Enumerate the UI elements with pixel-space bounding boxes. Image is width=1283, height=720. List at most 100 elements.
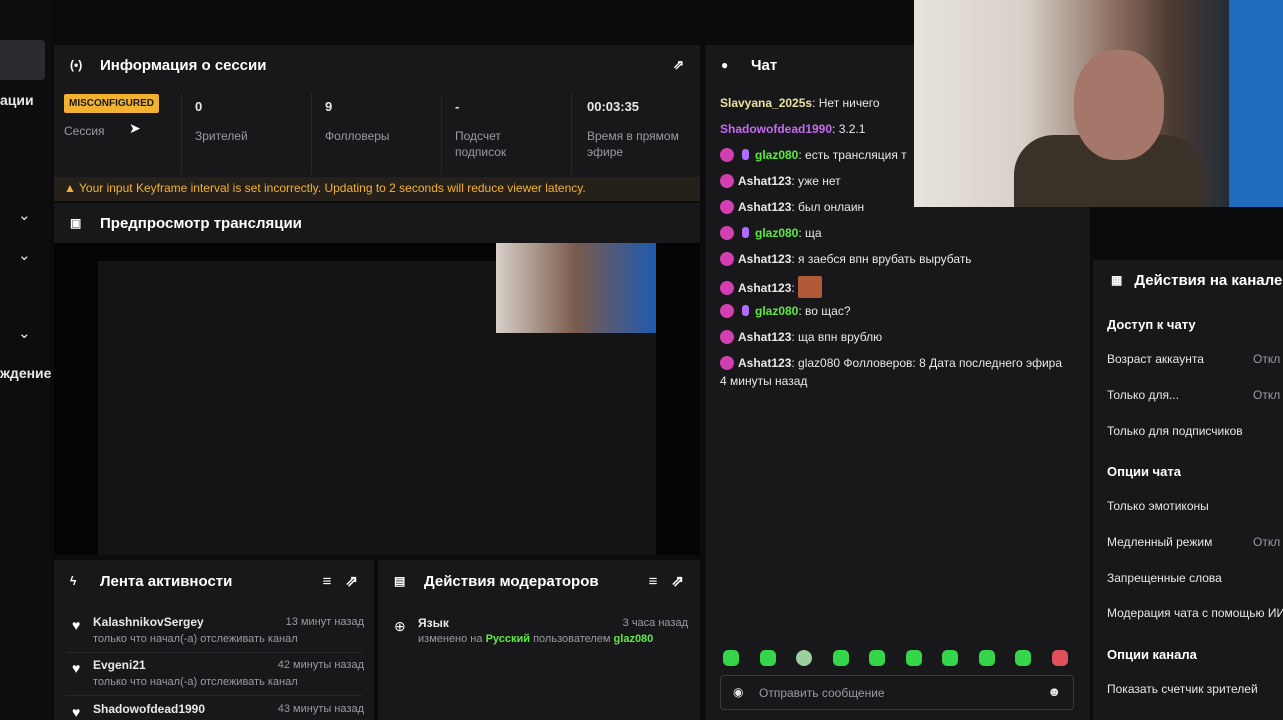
- stat-label: Сессия: [64, 124, 105, 138]
- chat-text: : glaz080 Фолловеров: 8 Дата последнего …: [791, 356, 1063, 370]
- setting-value[interactable]: Откл: [1253, 535, 1280, 549]
- language-value: Русский: [485, 633, 531, 645]
- chat-user[interactable]: glaz080: [755, 226, 798, 240]
- feed-desc: только что начал(-а) отслеживать канал: [93, 633, 298, 645]
- setting-label[interactable]: Показать счетчик зрителей: [1107, 682, 1258, 696]
- chat-message: Ashat123: был онлаин: [720, 198, 864, 216]
- cursor-icon: ➤: [129, 120, 141, 136]
- subscriber-badge-icon: [720, 281, 734, 295]
- emote-icon[interactable]: [869, 650, 886, 666]
- channel-actions-panel: ▦ Действия на канале Доступ к чату Возра…: [1093, 260, 1283, 720]
- viewers-stat: 0 Зрителей: [182, 93, 312, 175]
- setting-value[interactable]: Откл: [1253, 352, 1280, 366]
- popout-icon[interactable]: ⇗: [345, 572, 358, 590]
- chat-text: : 3.2.1: [832, 122, 866, 136]
- feed-time: 42 минуты назад: [277, 659, 364, 671]
- emote-icon[interactable]: [1015, 650, 1032, 666]
- followers-stat: 9 Фолловеры: [312, 93, 442, 175]
- subscriber-badge-icon: [720, 174, 734, 188]
- mod-user[interactable]: glaz080: [614, 633, 654, 645]
- popout-icon[interactable]: ⇗: [673, 57, 684, 73]
- subscriber-badge-icon: [720, 200, 734, 214]
- globe-icon: ⊕: [394, 618, 406, 634]
- sidebar-item-label[interactable]: ации: [0, 92, 34, 108]
- setting-label[interactable]: Модерация чата с помощью ИИ: [1107, 606, 1283, 620]
- chat-text: : ща впн врублю: [791, 330, 883, 344]
- chat-user[interactable]: Ashat123: [738, 281, 791, 295]
- setting-label[interactable]: Только для подписчиков: [1107, 424, 1243, 438]
- preview-webcam: [496, 243, 656, 333]
- left-sidebar: [0, 0, 50, 720]
- mod-action-desc: изменено на Русский пользователем glaz08…: [418, 633, 653, 645]
- preview-header: ▣ Предпросмотр трансляции: [54, 203, 700, 243]
- chat-input[interactable]: ◉ Отправить сообщение ☻: [720, 675, 1074, 710]
- emote-icon[interactable]: [905, 650, 922, 666]
- emote-icon[interactable]: [723, 650, 739, 666]
- chevron-down-icon[interactable]: ⌄: [18, 324, 31, 342]
- panel-title: Действия модераторов: [424, 572, 599, 590]
- chat-text: : Нет ничего: [812, 96, 880, 110]
- setting-label[interactable]: Медленный режим: [1107, 535, 1212, 549]
- chat-user[interactable]: Ashat123: [738, 252, 791, 266]
- sidebar-active-tab[interactable]: [0, 40, 45, 80]
- chat-user[interactable]: Slavyana_2025s: [720, 96, 812, 110]
- mic-badge-icon: [742, 305, 749, 316]
- desc-text: изменено на: [418, 633, 483, 645]
- warning-text: Your input Keyframe interval is set inco…: [79, 181, 586, 195]
- chat-message: Ashat123: уже нет: [720, 172, 841, 190]
- subscriber-badge-icon: [720, 330, 734, 344]
- emote-icon[interactable]: [796, 650, 813, 666]
- chat-user[interactable]: glaz080: [755, 148, 798, 162]
- webcam-person-face: [1074, 50, 1164, 160]
- chat-user[interactable]: Ashat123: [738, 174, 791, 188]
- emote-icon[interactable]: [759, 650, 776, 666]
- chat-user[interactable]: glaz080: [755, 304, 798, 318]
- chat-user[interactable]: Shadowofdead1990: [720, 122, 832, 136]
- shield-icon[interactable]: ◉: [733, 685, 743, 699]
- section-heading: Опции канала: [1107, 647, 1197, 662]
- chat-user[interactable]: Ashat123: [738, 356, 791, 370]
- divider: [66, 652, 362, 653]
- setting-label[interactable]: Только для...: [1107, 388, 1179, 402]
- chat-user[interactable]: Ashat123: [738, 200, 791, 214]
- stat-label: Фолловеры: [325, 129, 390, 143]
- emote-icon[interactable]: [942, 650, 959, 666]
- desc-text: пользователем: [533, 633, 611, 645]
- setting-label[interactable]: Только эмотиконы: [1107, 499, 1209, 513]
- document-icon: ▤: [394, 574, 406, 588]
- panel-title: Лента активности: [100, 572, 233, 590]
- setting-value[interactable]: Откл: [1253, 388, 1280, 402]
- keyframe-warning: ▲ Your input Keyframe interval is set in…: [54, 177, 700, 201]
- setting-label[interactable]: Возраст аккаунта: [1107, 352, 1204, 366]
- stat-value: 0: [195, 99, 203, 114]
- filter-icon[interactable]: ≡: [649, 573, 658, 590]
- popout-icon[interactable]: ⇗: [671, 572, 684, 590]
- emote-icon[interactable]: [832, 650, 849, 666]
- filter-icon[interactable]: ≡: [323, 573, 332, 590]
- subscriber-badge-icon: [720, 148, 734, 162]
- chevron-down-icon[interactable]: ⌄: [18, 246, 31, 264]
- preview-video[interactable]: [54, 243, 700, 555]
- stat-label: Зрителей: [195, 129, 248, 143]
- chat-text: : уже нет: [791, 174, 841, 188]
- chat-bubble-icon: ●: [721, 58, 729, 72]
- panel-title: Информация о сессии: [100, 56, 267, 74]
- chat-message: glaz080: во щас?: [720, 302, 851, 320]
- feed-time: 13 минут назад: [285, 616, 364, 628]
- chat-input-placeholder: Отправить сообщение: [759, 686, 885, 700]
- actions-header: ▦ Действия на канале: [1093, 260, 1283, 300]
- chevron-down-icon[interactable]: ⌄: [18, 206, 31, 224]
- warning-icon: ▲: [64, 181, 76, 195]
- setting-label[interactable]: Запрещенные слова: [1107, 571, 1222, 585]
- emoji-icon[interactable]: ☻: [1047, 684, 1061, 699]
- chat-user[interactable]: Ashat123: [738, 330, 791, 344]
- emote-image: [798, 276, 823, 298]
- status-badge: MISCONFIGURED: [64, 94, 159, 113]
- mod-actions-panel: ▤ Действия модераторов ≡ ⇗ ⊕ Язык 3 часа…: [378, 560, 700, 720]
- sidebar-item-label[interactable]: ждение: [0, 365, 51, 381]
- emote-icon[interactable]: [1051, 650, 1068, 666]
- mod-action-time: 3 часа назад: [622, 617, 688, 629]
- emote-icon[interactable]: [978, 650, 995, 666]
- lightning-icon: ϟ: [70, 574, 77, 588]
- section-heading: Доступ к чату: [1107, 317, 1196, 332]
